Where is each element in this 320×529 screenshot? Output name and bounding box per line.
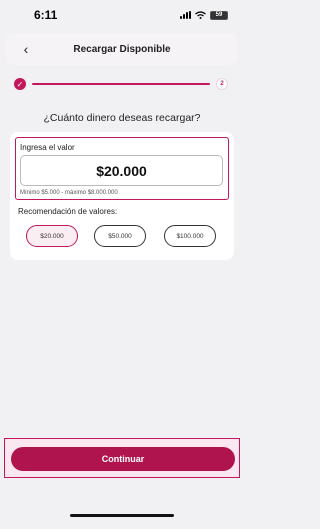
amount-chip-50000[interactable]: $50.000: [94, 225, 146, 247]
amount-input[interactable]: [20, 155, 223, 186]
step-two-indicator: 2: [216, 78, 228, 90]
continue-button[interactable]: Continuar: [11, 447, 235, 471]
recommendation-label: Recomendación de valores:: [18, 207, 118, 216]
status-icons: 59: [180, 10, 228, 20]
amount-chip-100000[interactable]: $100.000: [164, 225, 216, 247]
status-time: 6:11: [34, 8, 58, 22]
amount-chip-20000[interactable]: $20.000: [26, 225, 78, 247]
stepper-progress-line: [32, 83, 210, 85]
battery-icon: 59: [210, 10, 228, 20]
header: ‹ Recargar Disponible: [6, 33, 238, 65]
page-title: Recargar Disponible: [73, 43, 171, 55]
back-button[interactable]: ‹: [16, 39, 36, 59]
check-icon: ✓: [14, 78, 26, 90]
amount-label: Ingresa el valor: [20, 143, 75, 152]
continue-area: Continuar: [4, 438, 240, 478]
amount-card: Ingresa el valor Mínimo $5.000 - máximo …: [10, 132, 234, 260]
signal-icon: [180, 11, 191, 19]
wifi-icon: [195, 11, 206, 19]
amount-input-block: Ingresa el valor Mínimo $5.000 - máximo …: [15, 137, 229, 200]
progress-stepper: ✓ 2: [14, 78, 228, 90]
question-heading: ¿Cuánto dinero deseas recargar?: [43, 112, 201, 124]
home-indicator: [70, 514, 174, 517]
status-bar: 6:11 59: [0, 0, 244, 30]
chevron-left-icon: ‹: [23, 41, 29, 57]
amount-hint: Mínimo $5.000 - máximo $8.000.000: [20, 190, 118, 196]
